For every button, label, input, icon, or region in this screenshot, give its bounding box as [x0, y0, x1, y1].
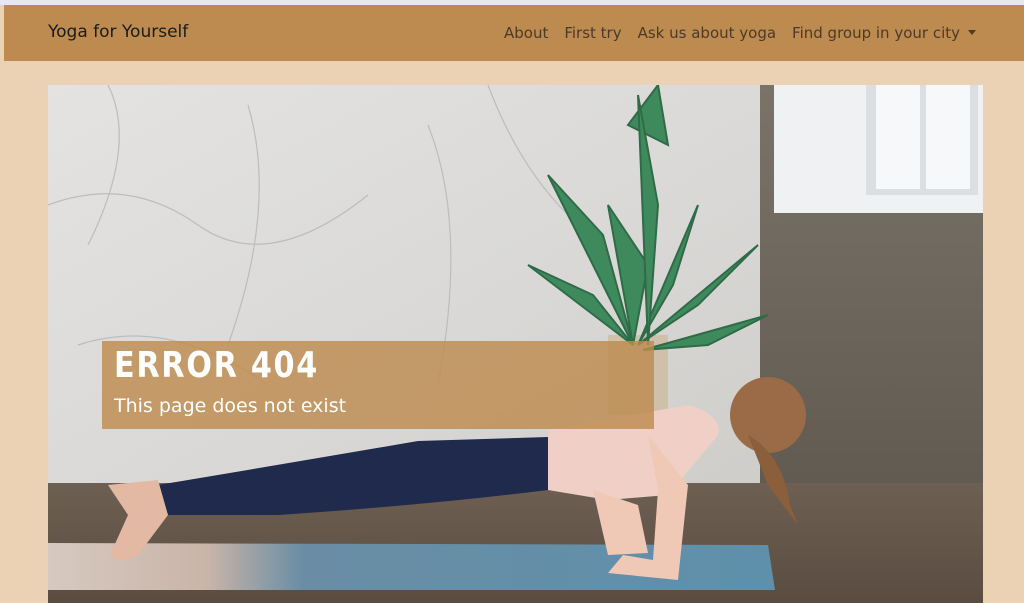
navbar: Yoga for Yourself About First try Ask us… [4, 5, 1024, 61]
nav-links: About First try Ask us about yoga Find g… [488, 24, 976, 42]
nav-find-group-dropdown[interactable]: Find group in your city [792, 24, 976, 42]
error-title: ERROR 404 [114, 345, 319, 386]
nav-first-try[interactable]: First try [564, 24, 621, 42]
chevron-down-icon [968, 30, 976, 35]
error-message: This page does not exist [114, 395, 347, 417]
hero-image: ERROR 404 This page does not exist [48, 85, 983, 603]
nav-ask-us[interactable]: Ask us about yoga [638, 24, 776, 42]
brand-link[interactable]: Yoga for Yourself [48, 22, 188, 42]
nav-find-group-label: Find group in your city [792, 24, 960, 42]
nav-about[interactable]: About [504, 24, 548, 42]
error-overlay: ERROR 404 This page does not exist [102, 341, 654, 429]
